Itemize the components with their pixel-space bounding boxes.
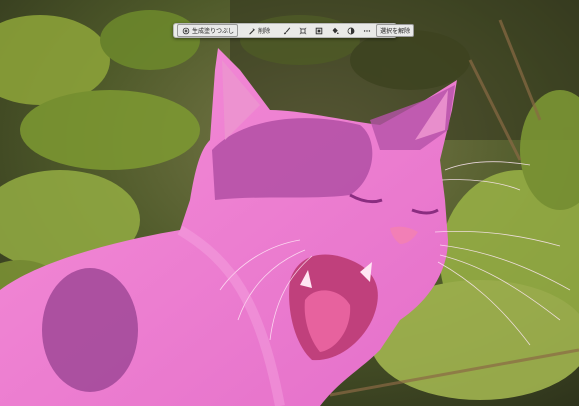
more-options-button[interactable] (359, 25, 374, 36)
brush-icon (282, 26, 291, 35)
fill-button[interactable] (327, 25, 342, 36)
transform-icon (298, 26, 307, 35)
delete-icon (247, 26, 256, 35)
transform-button[interactable] (295, 25, 310, 36)
delete-label: 削除 (258, 28, 271, 35)
generative-fill-icon (181, 26, 190, 35)
adjustment-button[interactable] (343, 25, 358, 36)
delete-button[interactable]: 削除 (244, 25, 273, 36)
mask-button[interactable] (311, 25, 326, 36)
photo-canvas[interactable] (0, 0, 579, 406)
cat-photo (0, 0, 579, 406)
brush-button[interactable] (279, 25, 294, 36)
generative-fill-button[interactable]: 生成塗りつぶし (177, 24, 239, 37)
fill-icon (330, 26, 339, 35)
generative-fill-label: 生成塗りつぶし (192, 28, 235, 35)
contextual-taskbar: 生成塗りつぶし 削除 選択を解除 (173, 23, 415, 38)
more-icon (362, 26, 371, 35)
mask-icon (314, 26, 323, 35)
deselect-label: 選択を解除 (380, 28, 411, 35)
adjustment-icon (346, 26, 355, 35)
deselect-button[interactable]: 選択を解除 (376, 24, 415, 37)
